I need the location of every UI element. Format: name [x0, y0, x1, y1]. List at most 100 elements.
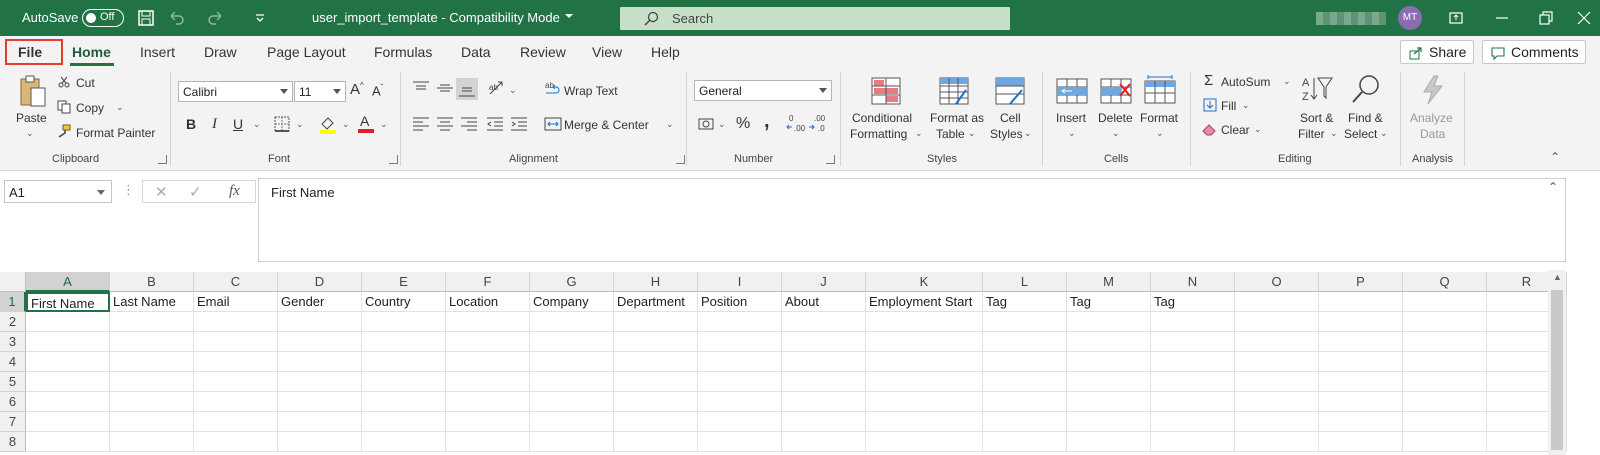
format-as-table-label-1[interactable]: Format as	[930, 111, 984, 125]
cell-e1[interactable]: Country	[362, 292, 446, 312]
cell-c5[interactable]	[194, 372, 278, 392]
cell-e6[interactable]	[362, 392, 446, 412]
cell-j7[interactable]	[782, 412, 866, 432]
cell-c2[interactable]	[194, 312, 278, 332]
column-header-a[interactable]: A	[26, 272, 110, 292]
row-header-3[interactable]: 3	[0, 332, 26, 352]
cell-l2[interactable]	[983, 312, 1067, 332]
cell-b3[interactable]	[110, 332, 194, 352]
restore-icon[interactable]	[1534, 6, 1558, 30]
tab-page-layout[interactable]: Page Layout	[267, 44, 346, 60]
row-header-6[interactable]: 6	[0, 392, 26, 412]
column-header-g[interactable]: G	[530, 272, 614, 292]
row-header-1[interactable]: 1	[0, 292, 26, 312]
cell-q6[interactable]	[1403, 392, 1487, 412]
cell-l1[interactable]: Tag	[983, 292, 1067, 312]
cell-f6[interactable]	[446, 392, 530, 412]
alignment-launcher-icon[interactable]	[676, 155, 685, 164]
row-header-5[interactable]: 5	[0, 372, 26, 392]
cell-l6[interactable]	[983, 392, 1067, 412]
row-header-4[interactable]: 4	[0, 352, 26, 372]
bottom-align-icon[interactable]	[456, 78, 478, 100]
cell-h8[interactable]	[614, 432, 698, 452]
cell-j6[interactable]	[782, 392, 866, 412]
cell-c1[interactable]: Email	[194, 292, 278, 312]
cell-b5[interactable]	[110, 372, 194, 392]
sort-filter-label-1[interactable]: Sort &	[1300, 111, 1333, 125]
cell-p8[interactable]	[1319, 432, 1403, 452]
cell-d4[interactable]	[278, 352, 362, 372]
middle-align-icon[interactable]	[436, 80, 454, 96]
cell-p3[interactable]	[1319, 332, 1403, 352]
cell-d5[interactable]	[278, 372, 362, 392]
cell-q2[interactable]	[1403, 312, 1487, 332]
cell-d8[interactable]	[278, 432, 362, 452]
column-header-h[interactable]: H	[614, 272, 698, 292]
cell-h4[interactable]	[614, 352, 698, 372]
conditional-formatting-button[interactable]: Formatting	[850, 127, 907, 141]
cell-n4[interactable]	[1151, 352, 1235, 372]
italic-button[interactable]: I	[212, 116, 217, 133]
cell-a6[interactable]	[26, 392, 110, 412]
row-header-7[interactable]: 7	[0, 412, 26, 432]
cell-c4[interactable]	[194, 352, 278, 372]
accounting-dropdown-icon[interactable]: ⌄	[718, 119, 726, 130]
cell-q1[interactable]	[1403, 292, 1487, 312]
cell-d3[interactable]	[278, 332, 362, 352]
borders-icon[interactable]	[274, 116, 290, 132]
cell-m7[interactable]	[1067, 412, 1151, 432]
paste-button[interactable]: Paste	[16, 111, 47, 125]
cell-k1[interactable]: Employment Start	[866, 292, 983, 312]
cell-i1[interactable]: Position	[698, 292, 782, 312]
column-header-n[interactable]: N	[1151, 272, 1235, 292]
conditional-formatting-label-1[interactable]: Conditional	[852, 111, 912, 125]
spreadsheet-grid[interactable]: A B C D E F G H I J K L M N O P Q R 1 First Name Last Name Em…	[0, 272, 1567, 455]
cell-q3[interactable]	[1403, 332, 1487, 352]
column-header-p[interactable]: P	[1319, 272, 1403, 292]
cell-c7[interactable]	[194, 412, 278, 432]
borders-dropdown-icon[interactable]: ⌄	[296, 119, 304, 130]
cell-i4[interactable]	[698, 352, 782, 372]
clipboard-launcher-icon[interactable]	[158, 155, 167, 164]
cell-p4[interactable]	[1319, 352, 1403, 372]
cell-m4[interactable]	[1067, 352, 1151, 372]
orientation-icon[interactable]: ab	[488, 80, 506, 96]
increase-font-icon[interactable]: A^	[350, 81, 364, 98]
cell-g4[interactable]	[530, 352, 614, 372]
cell-d1[interactable]: Gender	[278, 292, 362, 312]
cell-n6[interactable]	[1151, 392, 1235, 412]
cell-f8[interactable]	[446, 432, 530, 452]
cell-b4[interactable]	[110, 352, 194, 372]
cell-j8[interactable]	[782, 432, 866, 452]
cell-o2[interactable]	[1235, 312, 1319, 332]
cell-c3[interactable]	[194, 332, 278, 352]
cell-styles-button[interactable]: Styles	[990, 127, 1023, 141]
underline-button[interactable]: U	[233, 116, 243, 132]
decrease-decimal-icon[interactable]: .00.0	[808, 113, 828, 133]
tab-review[interactable]: Review	[520, 44, 566, 60]
cell-h1[interactable]: Department	[614, 292, 698, 312]
cell-h6[interactable]	[614, 392, 698, 412]
scroll-thumb[interactable]	[1551, 290, 1563, 450]
cell-k7[interactable]	[866, 412, 983, 432]
column-header-j[interactable]: J	[782, 272, 866, 292]
cell-k4[interactable]	[866, 352, 983, 372]
column-header-m[interactable]: M	[1067, 272, 1151, 292]
tab-view[interactable]: View	[592, 44, 622, 60]
paste-dropdown-icon[interactable]: ⌄	[26, 128, 34, 139]
cell-n1[interactable]: Tag	[1151, 292, 1235, 312]
column-header-e[interactable]: E	[362, 272, 446, 292]
cell-a1[interactable]: First Name	[26, 292, 110, 312]
cell-j5[interactable]	[782, 372, 866, 392]
top-align-icon[interactable]	[412, 80, 430, 96]
cell-b6[interactable]	[110, 392, 194, 412]
column-header-l[interactable]: L	[983, 272, 1067, 292]
cell-n8[interactable]	[1151, 432, 1235, 452]
cell-f4[interactable]	[446, 352, 530, 372]
column-header-i[interactable]: I	[698, 272, 782, 292]
decrease-indent-icon[interactable]	[486, 116, 504, 132]
format-as-table-button[interactable]: Table	[936, 127, 965, 141]
insert-function-button[interactable]: fx	[229, 183, 240, 200]
cell-h2[interactable]	[614, 312, 698, 332]
column-header-q[interactable]: Q	[1403, 272, 1487, 292]
